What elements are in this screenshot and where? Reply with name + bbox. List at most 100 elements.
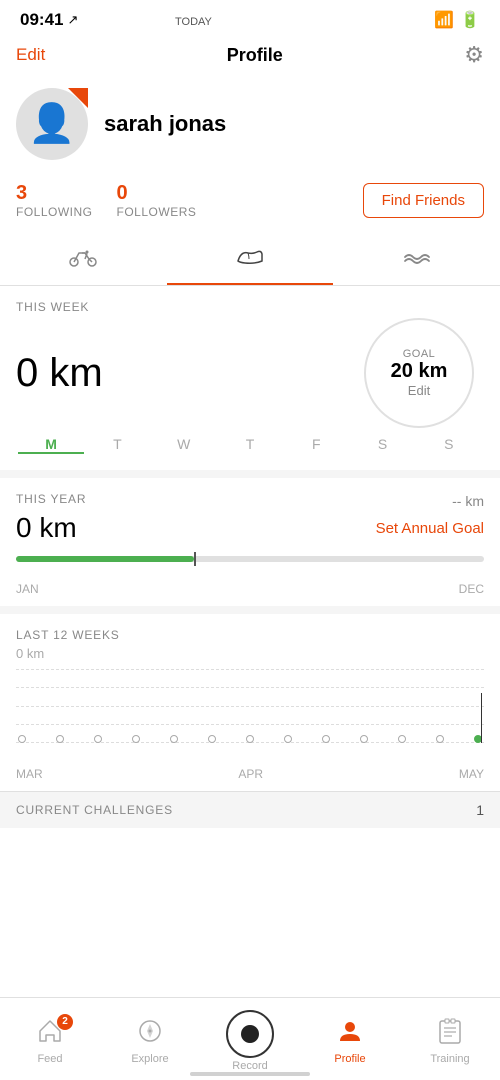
this-year-section: THIS YEAR -- km 0 km Set Annual Goal TOD…: [0, 478, 500, 606]
avatar-container: 👤: [16, 88, 88, 160]
chart-dot-3: [94, 735, 102, 743]
following-label: FOLLOWING: [16, 205, 93, 219]
activity-tabs: [0, 233, 500, 286]
page-title: Profile: [227, 45, 283, 66]
challenges-label: CURRENT CHALLENGES: [16, 803, 173, 817]
last12-label: LAST 12 WEEKS: [16, 628, 484, 642]
dash-line-1: [16, 669, 484, 670]
year-progress-bar: [16, 556, 484, 562]
shoe-icon: [235, 245, 265, 273]
compass-icon: [137, 1018, 163, 1051]
chart-month-labels: MAR APR MAY: [16, 765, 484, 783]
person-icon: 👤: [28, 102, 75, 146]
week-distance: 0 km: [16, 351, 103, 396]
week-row: 0 km GOAL 20 km Edit: [16, 318, 484, 428]
chart-dot-4: [132, 735, 140, 743]
this-week-label: THIS WEEK: [16, 300, 484, 314]
bar-label-dec: DEC: [459, 582, 484, 596]
this-year-label: THIS YEAR: [16, 492, 86, 506]
profile-icon: [337, 1018, 363, 1051]
status-bar: 09:41 ↗ 📶 🔋: [0, 0, 500, 36]
year-header: THIS YEAR -- km: [16, 492, 484, 510]
gear-icon[interactable]: ⚙: [464, 42, 484, 68]
followers-label: FOLLOWERS: [117, 205, 197, 219]
record-button[interactable]: [226, 1010, 274, 1058]
day-S1: S: [349, 436, 415, 454]
tab-running[interactable]: [167, 233, 334, 285]
cycling-icon: [69, 245, 97, 273]
nav-item-explore[interactable]: Explore: [100, 1006, 200, 1076]
set-annual-goal-button[interactable]: Set Annual Goal: [376, 520, 484, 537]
following-count: 3: [16, 182, 93, 205]
dash-line-3: [16, 706, 484, 707]
day-W: W: [151, 436, 217, 454]
nav-item-training[interactable]: Training: [400, 1006, 500, 1076]
followers-stat: 0 FOLLOWERS: [117, 182, 197, 219]
battery-icon: 🔋: [460, 10, 480, 30]
goal-value: 20 km: [391, 360, 448, 383]
today-label: TODAY: [175, 16, 212, 28]
day-M: M: [18, 436, 84, 454]
year-km: -- km: [452, 493, 484, 509]
bottom-spacer: [0, 828, 500, 918]
find-friends-button[interactable]: Find Friends: [363, 183, 484, 218]
profile-name: sarah jonas: [104, 111, 226, 137]
year-bar-marker: [194, 552, 196, 566]
header: Edit Profile ⚙: [0, 36, 500, 78]
swim-icon: [402, 245, 432, 273]
current-challenges-section[interactable]: CURRENT CHALLENGES 1: [0, 791, 500, 828]
nav-item-record[interactable]: Record: [200, 1006, 300, 1076]
this-week-section: THIS WEEK 0 km GOAL 20 km Edit M T W T F…: [0, 286, 500, 470]
dash-line-4: [16, 724, 484, 725]
chart-dot-5: [170, 735, 178, 743]
day-row: M T W T F S S: [18, 428, 482, 462]
day-S2: S: [416, 436, 482, 454]
chart-dot-6: [208, 735, 216, 743]
bottom-nav: 2 Feed Explore Record Profile: [0, 997, 500, 1080]
month-apr: APR: [238, 767, 263, 781]
feed-label: Feed: [37, 1053, 62, 1065]
chart-dot-11: [398, 735, 406, 743]
goal-circle: GOAL 20 km Edit: [364, 318, 474, 428]
record-label: Record: [232, 1060, 267, 1072]
bar-label-jan: JAN: [16, 582, 39, 596]
home-indicator: [190, 1072, 310, 1076]
dash-line-2: [16, 687, 484, 688]
chart-dot-1: [18, 735, 26, 743]
training-icon: [437, 1018, 463, 1051]
chart-dot-8: [284, 735, 292, 743]
chart-dot-12: [436, 735, 444, 743]
month-mar: MAR: [16, 767, 43, 781]
chart-dot-2: [56, 735, 64, 743]
goal-label: GOAL: [403, 348, 436, 360]
nav-item-profile[interactable]: Profile: [300, 1006, 400, 1076]
chart-dot-7: [246, 735, 254, 743]
nav-item-feed[interactable]: 2 Feed: [0, 1006, 100, 1076]
chart-end-line: [481, 693, 483, 743]
tab-swimming[interactable]: [333, 233, 500, 285]
location-arrow-icon: ↗: [67, 12, 78, 28]
goal-edit-button[interactable]: Edit: [408, 383, 430, 398]
year-distance: 0 km: [16, 512, 77, 544]
edit-button[interactable]: Edit: [16, 45, 45, 65]
day-F: F: [283, 436, 349, 454]
wifi-icon: 📶: [434, 10, 454, 30]
explore-label: Explore: [131, 1053, 168, 1065]
year-bar-labels: JAN DEC: [16, 582, 484, 606]
avatar-badge: [68, 88, 88, 108]
chart-area: [16, 669, 484, 759]
status-time: 09:41: [20, 10, 63, 30]
chart-dot-10: [360, 735, 368, 743]
tab-cycling[interactable]: [0, 233, 167, 285]
year-bar-fill: [16, 556, 194, 562]
challenges-count: 1: [476, 802, 484, 818]
profile-section: 👤 sarah jonas: [0, 78, 500, 174]
training-label: Training: [430, 1053, 469, 1065]
status-icons: 📶 🔋: [434, 10, 480, 30]
followers-count: 0: [117, 182, 197, 205]
profile-label: Profile: [334, 1053, 365, 1065]
day-T2: T: [217, 436, 283, 454]
month-may: MAY: [459, 767, 484, 781]
chart-dot-9: [322, 735, 330, 743]
last12-weeks-section: LAST 12 WEEKS 0 km MAR AP: [0, 614, 500, 791]
